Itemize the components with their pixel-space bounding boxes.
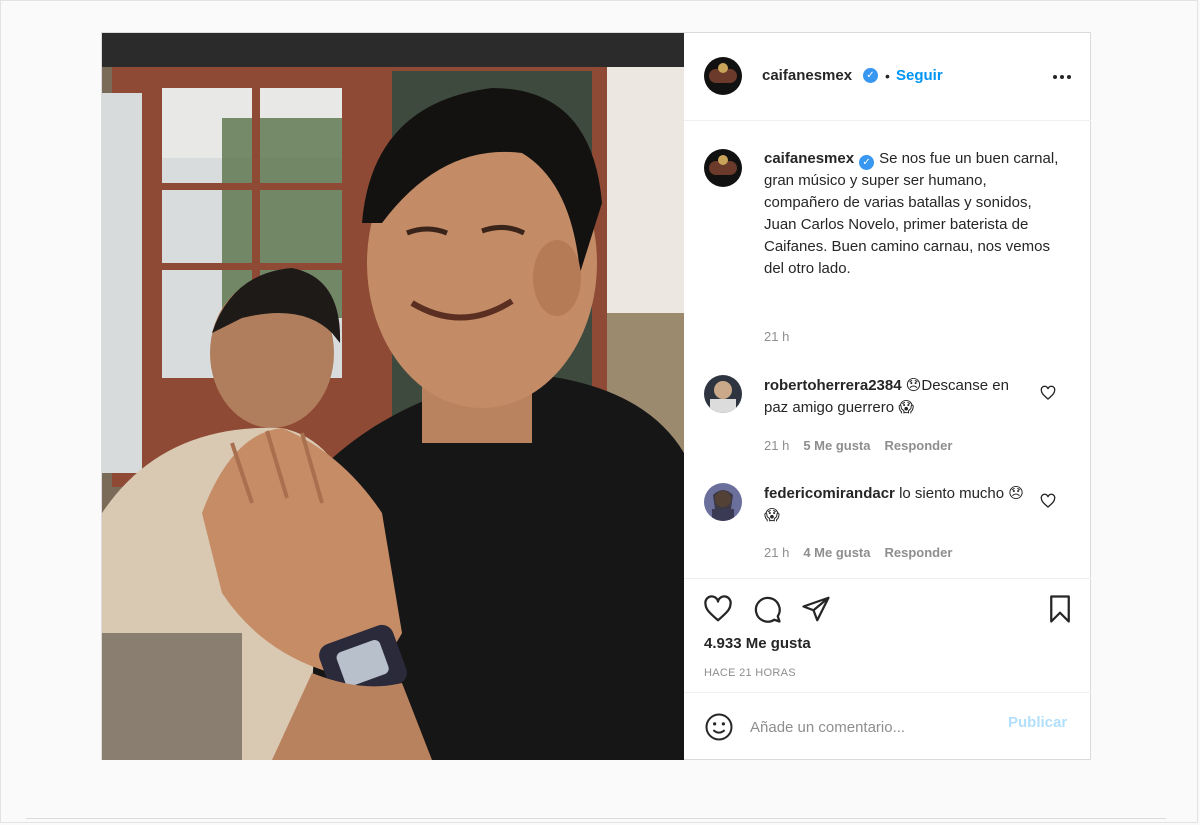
caption-meta: 21 h [764, 329, 789, 344]
caption-time[interactable]: 21 h [764, 329, 789, 344]
post-actions: 4.933 Me gusta HACE 21 HORAS [684, 578, 1091, 693]
more-options-icon[interactable] [1050, 65, 1074, 89]
header-separator: • [885, 68, 890, 84]
post-caption: caifanesmex ✓ Se nos fue un buen carnal, g… [764, 148, 1064, 280]
reply-button[interactable]: Responder [885, 545, 953, 560]
band-logo-dot [718, 63, 728, 73]
paper-plane-icon[interactable] [801, 594, 831, 624]
commenter-avatar[interactable] [704, 375, 742, 413]
comment-meta: 21 h 5 Me gusta Responder [764, 438, 952, 453]
caption-text: Se nos fue un buen carnal, gran músico y… [764, 150, 1059, 277]
comment-body: federicomirandacr lo siento mucho 😞😱 [764, 483, 1034, 527]
author-avatar[interactable] [704, 57, 742, 95]
comment-like-heart-icon[interactable] [1040, 493, 1056, 509]
smiley-icon[interactable] [704, 712, 734, 742]
comment-likes[interactable]: 5 Me gusta [803, 438, 870, 453]
post-side-panel: caifanesmex ✓ • Seguir caifanesmex ✓ Se no… [684, 33, 1091, 760]
post-photo[interactable] [102, 33, 684, 760]
publish-button[interactable]: Publicar [1008, 714, 1067, 731]
reply-button[interactable]: Responder [885, 438, 953, 453]
comment-time[interactable]: 21 h [764, 438, 789, 453]
commenter-avatar[interactable] [704, 483, 742, 521]
post-card: caifanesmex ✓ • Seguir caifanesmex ✓ Se no… [101, 32, 1091, 760]
comment-username[interactable]: federicomirandacr [764, 485, 895, 502]
comment-like-heart-icon[interactable] [1040, 385, 1056, 401]
comment-time[interactable]: 21 h [764, 545, 789, 560]
comment-likes[interactable]: 4 Me gusta [803, 545, 870, 560]
post-photo-illustration [102, 33, 684, 760]
commenter-photo [710, 381, 736, 413]
verified-badge-icon: ✓ [863, 68, 878, 83]
band-logo-dot [718, 155, 728, 165]
page-divider [26, 818, 1166, 819]
caption-username[interactable]: caifanesmex [764, 150, 854, 167]
comment-bubble-icon[interactable] [752, 594, 782, 624]
add-comment-bar: Publicar [684, 692, 1091, 761]
caption-author-avatar[interactable] [704, 149, 742, 187]
post-timestamp[interactable]: HACE 21 HORAS [704, 667, 796, 679]
likes-count[interactable]: 4.933 Me gusta [704, 635, 811, 652]
post-header: caifanesmex ✓ • Seguir [684, 33, 1091, 121]
verified-badge-icon: ✓ [859, 155, 875, 170]
bookmark-icon[interactable] [1045, 594, 1075, 624]
comments-list[interactable]: caifanesmex ✓ Se nos fue un buen carnal, g… [684, 121, 1091, 578]
follow-button[interactable]: Seguir [896, 67, 943, 84]
commenter-photo [712, 490, 734, 521]
comment-input[interactable] [750, 713, 990, 741]
author-username[interactable]: caifanesmex [762, 67, 852, 84]
comment-username[interactable]: robertoherrera2384 [764, 377, 902, 394]
comment-meta: 21 h 4 Me gusta Responder [764, 545, 952, 560]
comment-body: robertoherrera2384 😞Descanse en paz amig… [764, 375, 1034, 419]
heart-icon[interactable] [703, 594, 733, 624]
